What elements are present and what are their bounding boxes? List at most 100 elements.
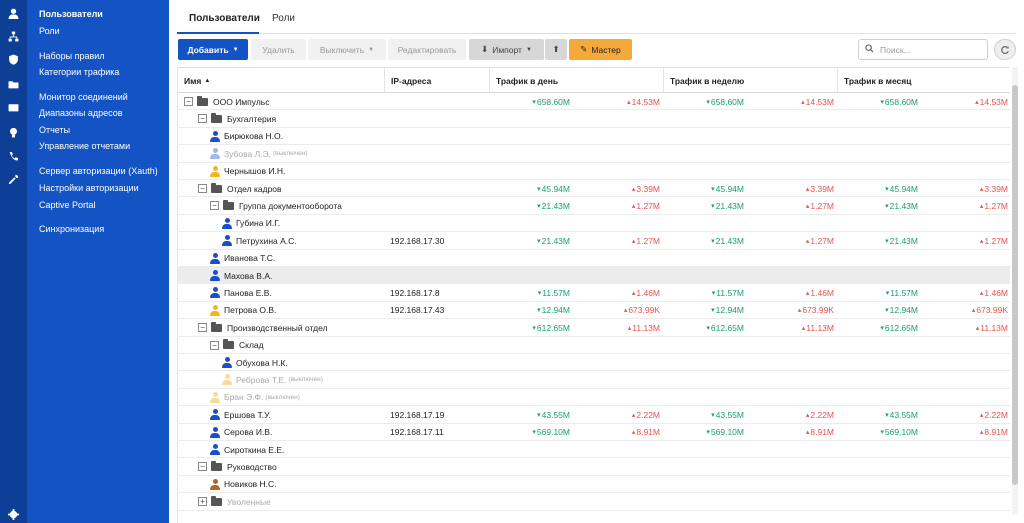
- bulb-icon[interactable]: [6, 125, 20, 139]
- column-header-week[interactable]: Трафик в неделю: [664, 68, 838, 93]
- import-button[interactable]: ⬇ Импорт ▼: [469, 39, 544, 60]
- edit-button[interactable]: Редактировать: [388, 39, 466, 60]
- row-name: Бухгалтерия: [227, 113, 277, 124]
- table-row[interactable]: Ершова Т.У.192.168.17.1943.55M2.22M43.55…: [178, 406, 1010, 424]
- column-header-ip-label: IP-адреса: [391, 75, 432, 86]
- table-row[interactable]: − Руководство: [178, 458, 1010, 476]
- wrench-icon[interactable]: [6, 172, 20, 186]
- sidebar-item-captive-portal[interactable]: Captive Portal: [39, 200, 96, 210]
- add-button[interactable]: Добавить ▼: [178, 39, 248, 60]
- wizard-button[interactable]: ✎ Мастер: [569, 39, 632, 60]
- disable-button[interactable]: Выключить ▼: [308, 39, 386, 60]
- row-name: Ершова Т.У.: [224, 409, 271, 420]
- user-icon: [210, 148, 220, 160]
- vertical-scrollbar[interactable]: [1012, 67, 1018, 515]
- shield-icon[interactable]: [6, 52, 20, 66]
- column-header-month[interactable]: Трафик в месяц: [838, 68, 1010, 93]
- table-row[interactable]: Петрова О.В.192.168.17.4312.94M673.99K12…: [178, 302, 1010, 320]
- name-cell: Губина И.Г.: [178, 215, 384, 232]
- table-row[interactable]: − Бухгалтерия: [178, 110, 1010, 128]
- disabled-tag: (выключен): [273, 150, 308, 158]
- table-row[interactable]: −Группа документооборота21.43M1.27M21.43…: [178, 197, 1010, 215]
- table-row[interactable]: −ООО Импульс658.60M14.53M658.60M14.53M65…: [178, 93, 1010, 111]
- table-row[interactable]: Обухова Н.К.: [178, 354, 1010, 372]
- day-traffic-down: 45.94M: [490, 180, 570, 197]
- collapse-icon[interactable]: −: [210, 201, 219, 211]
- ip-cell: 192.168.17.30: [390, 235, 445, 246]
- row-name: Обухова Н.К.: [236, 357, 288, 368]
- name-cell: Новиков Н.С.: [178, 476, 384, 493]
- column-header-day[interactable]: Трафик в день: [490, 68, 664, 93]
- sidebar-item-sync[interactable]: Синхронизация: [39, 224, 104, 234]
- sidebar-item-auth-settings[interactable]: Настройки авторизации: [39, 183, 139, 193]
- user-icon[interactable]: [6, 6, 20, 20]
- collapse-icon[interactable]: −: [198, 114, 207, 124]
- delete-button[interactable]: Удалить: [251, 39, 306, 60]
- table-row[interactable]: Зубова Л.Э. (выключен): [178, 145, 1010, 163]
- phone-icon[interactable]: [6, 149, 20, 163]
- day-traffic-down: 658.60M: [490, 93, 570, 110]
- sidebar-item-users[interactable]: Пользователи: [39, 9, 103, 19]
- search-field[interactable]: [858, 39, 988, 60]
- refresh-button[interactable]: [994, 39, 1016, 60]
- column-header-ip[interactable]: IP-адреса: [385, 68, 490, 93]
- mail-icon[interactable]: [6, 100, 20, 114]
- name-cell: − Бухгалтерия: [178, 110, 384, 127]
- month-traffic-up: 8.91M: [918, 424, 1008, 441]
- table-row[interactable]: −Производственный отдел612.65M11.13M612.…: [178, 319, 1010, 337]
- month-traffic-down: 43.55M: [838, 406, 918, 423]
- table-row[interactable]: Петрухина А.С.192.168.17.3021.43M1.27M21…: [178, 232, 1010, 250]
- collapse-icon[interactable]: −: [210, 340, 219, 350]
- table-row[interactable]: Серова И.В.192.168.17.11569.10M8.91M569.…: [178, 424, 1010, 441]
- export-button[interactable]: ⬆: [545, 39, 567, 60]
- table-row[interactable]: + Уволенные: [178, 493, 1010, 511]
- week-traffic-down: 612.65M: [664, 319, 744, 336]
- sidebar-item-address-ranges[interactable]: Диапазоны адресов: [39, 108, 123, 118]
- user-icon: [210, 270, 220, 281]
- table-row[interactable]: Иванова Т.С.: [178, 250, 1010, 267]
- sitemap-icon[interactable]: [6, 29, 20, 43]
- table-row[interactable]: Губина И.Г.: [178, 215, 1010, 233]
- table-row[interactable]: Новиков Н.С.: [178, 476, 1010, 494]
- tab-roles[interactable]: Роли: [272, 13, 295, 24]
- sidebar-item-xauth-server[interactable]: Сервер авторизации (Xauth): [39, 166, 158, 176]
- edit-button-label: Редактировать: [397, 44, 457, 55]
- expand-icon[interactable]: +: [198, 497, 207, 507]
- collapse-icon[interactable]: −: [198, 323, 207, 333]
- collapse-icon[interactable]: −: [198, 184, 207, 193]
- table-row[interactable]: Сироткина Е.Е.: [178, 441, 1010, 459]
- table-row[interactable]: −Отдел кадров45.94M3.39M45.94M3.39M45.94…: [178, 180, 1010, 198]
- column-header-name[interactable]: Имя ▲: [178, 68, 385, 93]
- folder-icon[interactable]: [6, 77, 20, 91]
- collapse-icon[interactable]: −: [184, 97, 193, 106]
- collapse-icon[interactable]: −: [198, 462, 207, 472]
- sidebar-item-roles[interactable]: Роли: [39, 26, 60, 36]
- user-icon: [210, 409, 220, 421]
- table-row[interactable]: Реброва Т.Е. (выключен): [178, 371, 1010, 389]
- month-traffic-up: 1.46M: [918, 284, 1008, 301]
- name-cell: Панова Е.В.: [178, 284, 384, 301]
- gear-icon[interactable]: [6, 507, 20, 521]
- table-row[interactable]: Панова Е.В.192.168.17.811.57M1.46M11.57M…: [178, 284, 1010, 302]
- row-name: Сироткина Е.Е.: [224, 444, 285, 455]
- table-row[interactable]: − Склад: [178, 337, 1010, 354]
- table-row[interactable]: Бирюкова Н.О.: [178, 128, 1010, 146]
- table-row[interactable]: Махова В.А.: [178, 267, 1010, 285]
- folder-icon: [211, 460, 222, 471]
- scrollbar-thumb[interactable]: [1012, 85, 1018, 485]
- sidebar-item-connection-monitor[interactable]: Монитор соединений: [39, 92, 128, 102]
- sidebar-item-traffic-categories[interactable]: Категории трафика: [39, 67, 119, 77]
- week-traffic-up: 1.27M: [744, 197, 834, 214]
- tab-users[interactable]: Пользователи: [189, 13, 260, 24]
- sidebar-item-reports[interactable]: Отчеты: [39, 125, 70, 135]
- main-panel: Пользователи Роли Добавить ▼ Удалить Вык…: [169, 0, 1024, 523]
- search-input[interactable]: [880, 44, 980, 55]
- row-name: Реброва Т.Е.: [236, 374, 287, 385]
- day-traffic-down: 21.43M: [490, 232, 570, 249]
- day-traffic-up: 14.53M: [570, 93, 660, 110]
- sidebar-item-rulesets[interactable]: Наборы правил: [39, 51, 105, 61]
- user-icon: [210, 391, 220, 403]
- table-row[interactable]: Бран Э.Ф. (выключен): [178, 389, 1010, 407]
- sidebar-item-report-management[interactable]: Управление отчетами: [39, 141, 130, 151]
- table-row[interactable]: Чернышов И.Н.: [178, 163, 1010, 180]
